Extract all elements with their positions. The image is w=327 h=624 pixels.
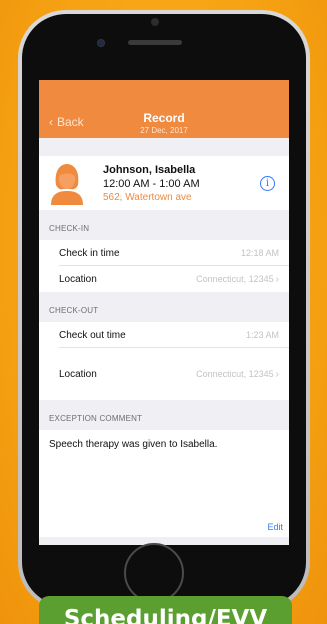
chevron-right-icon: › bbox=[275, 273, 279, 285]
check-out-location-label: Location bbox=[59, 368, 97, 380]
check-out-time-row[interactable]: Check out time 1:23 AM bbox=[39, 322, 289, 348]
front-sensor bbox=[151, 18, 159, 26]
page-title: Record bbox=[143, 111, 185, 125]
check-out-location-text: Connecticut, 12345 bbox=[196, 369, 274, 379]
avatar bbox=[51, 164, 83, 205]
patient-address[interactable]: 562, Watertown ave bbox=[103, 192, 192, 203]
check-in-location-text: Connecticut, 12345 bbox=[196, 274, 274, 284]
check-out-header: CHECK-OUT bbox=[49, 306, 99, 315]
check-in-location-value: Connecticut, 12345 › bbox=[196, 274, 279, 285]
chevron-right-icon: › bbox=[275, 368, 279, 380]
check-in-time-row[interactable]: Check in time 12:18 AM bbox=[39, 240, 289, 266]
check-in-location-label: Location bbox=[59, 273, 97, 285]
check-in-location-row[interactable]: Location Connecticut, 12345 › bbox=[39, 266, 289, 292]
banner-text: Scheduling/EVV bbox=[63, 606, 268, 624]
exception-header: EXCEPTION COMMENT bbox=[49, 414, 143, 423]
check-out-time-value: 1:23 AM bbox=[245, 330, 279, 340]
promo-banner: Scheduling/EVV bbox=[39, 596, 292, 624]
check-out-location-row[interactable]: Location Connecticut, 12345 › bbox=[39, 348, 289, 400]
front-camera bbox=[97, 39, 105, 47]
edit-button[interactable]: Edit bbox=[267, 522, 283, 532]
info-icon[interactable]: i bbox=[260, 176, 275, 191]
check-in-time-label: Check in time bbox=[59, 247, 120, 259]
check-out-time-label: Check out time bbox=[59, 329, 126, 341]
visit-time: 12:00 AM - 1:00 AM bbox=[103, 178, 200, 190]
home-button[interactable] bbox=[124, 543, 184, 603]
check-in-header: CHECK-IN bbox=[49, 224, 90, 233]
patient-card: Johnson, Isabella 12:00 AM - 1:00 AM 562… bbox=[39, 156, 289, 210]
earpiece-speaker bbox=[128, 40, 182, 45]
app-screen: ‹ Back Record 27 Dec, 2017 Johnson, Isab… bbox=[39, 80, 289, 545]
check-in-time-value: 12:18 AM bbox=[240, 248, 279, 258]
exception-comment-text: Speech therapy was given to Isabella. bbox=[49, 439, 218, 450]
page-date: 27 Dec, 2017 bbox=[140, 126, 188, 135]
patient-name: Johnson, Isabella bbox=[103, 164, 196, 176]
exception-comment-box: Speech therapy was given to Isabella. Ed… bbox=[39, 430, 289, 537]
check-out-location-value: Connecticut, 12345 › bbox=[196, 369, 279, 380]
navigation-bar: ‹ Back Record 27 Dec, 2017 bbox=[39, 80, 289, 138]
